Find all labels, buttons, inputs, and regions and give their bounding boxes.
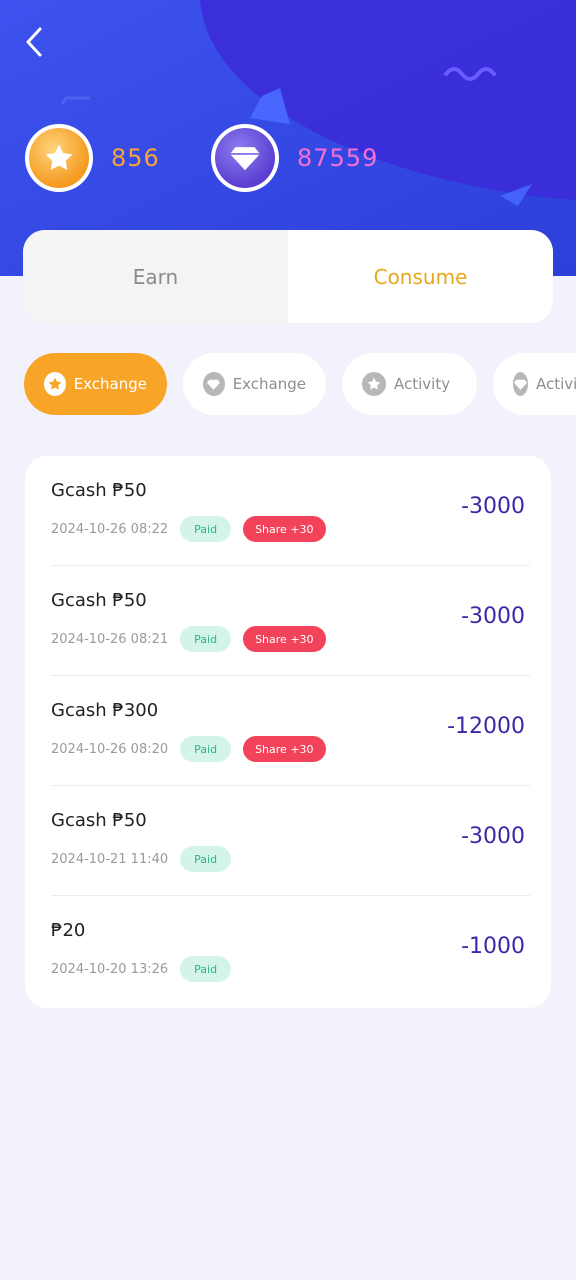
- status-badge: Paid: [180, 516, 232, 542]
- diamond-icon: [230, 147, 260, 171]
- record-title: ₱20: [51, 920, 86, 941]
- diamond-icon: [203, 372, 225, 396]
- gem-balance: 87559: [211, 124, 378, 192]
- status-badge: Paid: [180, 846, 232, 872]
- record-value: -1000: [461, 934, 525, 959]
- gem-coin: [211, 124, 279, 192]
- list-item[interactable]: Gcash ₱50 2024-10-21 11:40 Paid -3000: [51, 786, 530, 896]
- tab-consume[interactable]: Consume: [288, 230, 553, 323]
- filter-label: Activity: [536, 375, 576, 393]
- filter-star-exchange[interactable]: Exchange: [24, 353, 167, 415]
- list-item[interactable]: Gcash ₱50 2024-10-26 08:21 Paid Share +3…: [51, 566, 530, 676]
- star-coin: [25, 124, 93, 192]
- record-title: Gcash ₱50: [51, 810, 147, 831]
- list-item[interactable]: Gcash ₱300 2024-10-26 08:20 Paid Share +…: [51, 676, 530, 786]
- filter-label: Activity: [394, 375, 451, 393]
- star-balance-amount: 856: [111, 144, 160, 172]
- status-badge: Paid: [180, 736, 232, 762]
- star-icon: [44, 372, 66, 396]
- record-value: -3000: [461, 604, 525, 629]
- list-item[interactable]: ₱20 2024-10-20 13:26 Paid -1000: [51, 896, 530, 1006]
- record-title: Gcash ₱50: [51, 590, 147, 611]
- record-title: Gcash ₱50: [51, 480, 147, 501]
- record-date: 2024-10-26 08:20: [51, 741, 169, 757]
- back-button[interactable]: [14, 22, 54, 62]
- share-badge: Share +30: [243, 626, 326, 652]
- chevron-left-icon: [26, 27, 42, 57]
- record-value: -3000: [461, 824, 525, 849]
- record-title: Gcash ₱300: [51, 700, 159, 721]
- tab-earn-label: Earn: [132, 264, 179, 289]
- star-icon: [362, 372, 386, 396]
- filter-label: Exchange: [73, 375, 147, 393]
- filter-star-activity[interactable]: Activity: [342, 353, 477, 415]
- record-date: 2024-10-26 08:21: [51, 631, 169, 647]
- record-date: 2024-10-20 13:26: [51, 961, 169, 977]
- record-date: 2024-10-21 11:40: [51, 851, 169, 867]
- filter-diamond-activity[interactable]: Activity: [493, 353, 576, 415]
- filter-label: Exchange: [232, 375, 306, 393]
- diamond-icon: [513, 372, 528, 396]
- filter-chips: Exchange Exchange Activity Activity: [24, 353, 576, 415]
- filter-diamond-exchange[interactable]: Exchange: [183, 353, 326, 415]
- share-badge: Share +30: [243, 736, 326, 762]
- share-badge: Share +30: [243, 516, 326, 542]
- star-balance: 856: [25, 124, 160, 192]
- consume-records-list: Gcash ₱50 2024-10-26 08:22 Paid Share +3…: [25, 456, 551, 1008]
- record-value: -12000: [447, 714, 525, 739]
- record-value: -3000: [461, 494, 525, 519]
- tab-earn[interactable]: Earn: [23, 230, 288, 323]
- status-badge: Paid: [180, 626, 232, 652]
- earn-consume-tabs: Earn Consume: [23, 230, 553, 323]
- status-badge: Paid: [180, 956, 232, 982]
- tab-consume-label: Consume: [373, 264, 468, 289]
- gem-balance-amount: 87559: [297, 144, 379, 172]
- star-icon: [45, 144, 73, 171]
- list-item[interactable]: Gcash ₱50 2024-10-26 08:22 Paid Share +3…: [51, 456, 530, 566]
- record-date: 2024-10-26 08:22: [51, 521, 169, 537]
